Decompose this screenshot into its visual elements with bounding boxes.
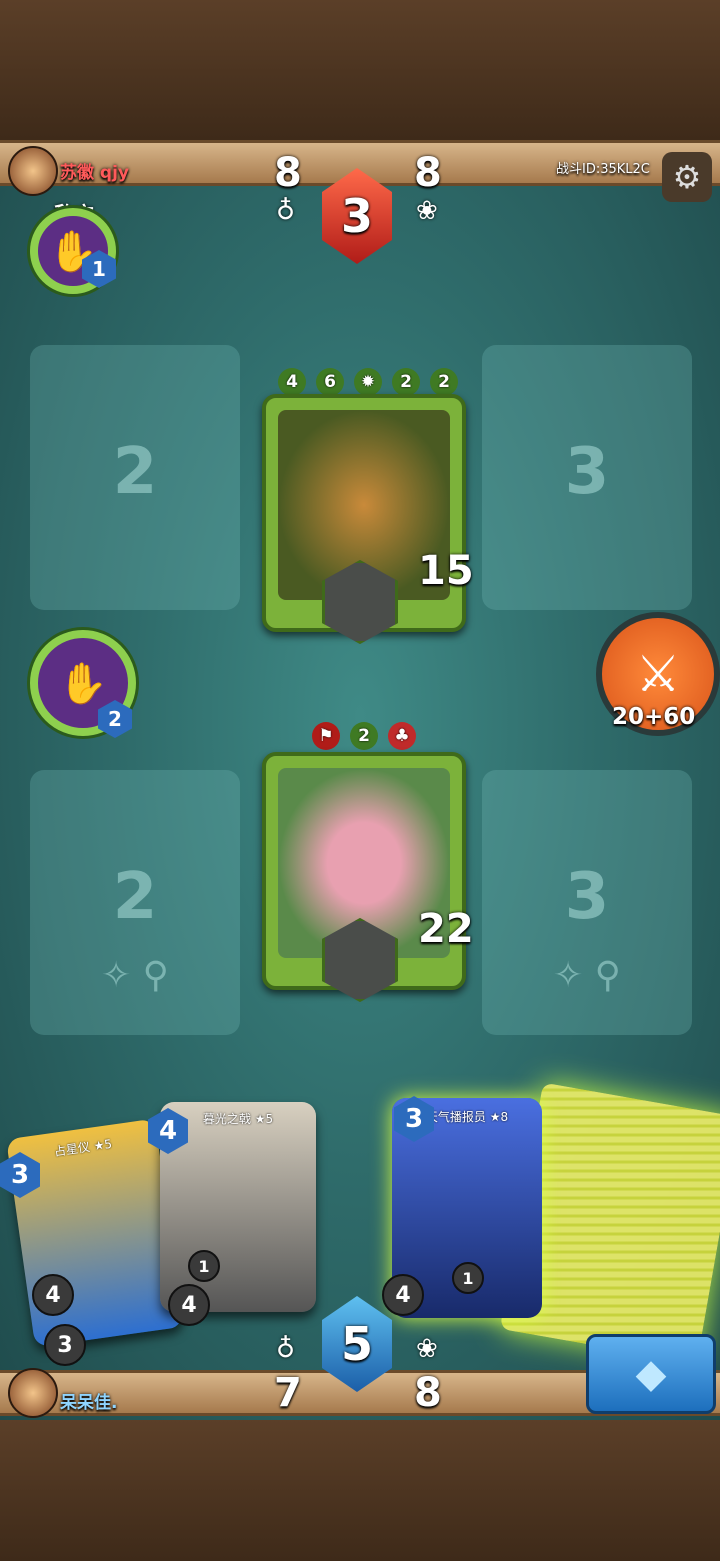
attack-label: 20+60 xyxy=(612,704,696,730)
player-avatar[interactable] xyxy=(8,1368,58,1418)
slot-number: 3 xyxy=(564,435,610,509)
slot-number: 2 xyxy=(112,435,158,509)
ability-badge: 4 xyxy=(278,368,306,396)
ability-badge: 2 xyxy=(430,368,458,396)
player-card-tags: ⚑ 2 ♣ xyxy=(312,722,416,750)
card-stat-a: 4 xyxy=(168,1284,210,1326)
paw-icon: ❀ xyxy=(416,1334,438,1364)
crossed-swords-icon: ⚔ xyxy=(635,645,681,703)
slot-type-icons: ✧ ⚲ xyxy=(101,955,169,996)
hand-card-1[interactable]: 占星仪 ★5 xyxy=(6,1118,184,1348)
player-right-stat: 8 xyxy=(414,1370,442,1416)
opponent-avatar[interactable] xyxy=(8,146,58,196)
slot-type-icons: ✧ ⚲ xyxy=(553,955,621,996)
potion-icon: ♁ xyxy=(276,196,296,226)
player-name: 呆呆佳. xyxy=(60,1393,118,1413)
opponent-left-stat: 8 xyxy=(274,150,302,196)
gear-icon[interactable]: ⚙ xyxy=(662,152,712,202)
hand-icon: ✋ xyxy=(58,660,108,707)
ability-badge: 6 xyxy=(316,368,344,396)
card-stat-a: 4 xyxy=(382,1274,424,1316)
card-stat-b: 1 xyxy=(452,1262,484,1294)
flag-icon: ⚑ xyxy=(312,722,340,750)
enemy-card-health: 15 xyxy=(418,548,474,594)
slot-number: 3 xyxy=(564,860,610,934)
tag-badge: 2 xyxy=(350,722,378,750)
slot-number: 2 xyxy=(112,860,158,934)
card-stat-b: 3 xyxy=(44,1324,86,1366)
opponent-name: 苏徽 qjy xyxy=(60,163,129,183)
clover-icon: ♣ xyxy=(388,722,416,750)
card-stat-b: 1 xyxy=(188,1250,220,1282)
ability-badge: 2 xyxy=(392,368,420,396)
player-left-stat: 7 xyxy=(274,1370,302,1416)
ability-badge: ✹ xyxy=(354,368,382,396)
deck-button[interactable]: ◆ xyxy=(586,1334,716,1414)
enemy-slot-right[interactable]: 3 xyxy=(482,345,692,610)
player-card-health: 22 xyxy=(418,906,474,952)
opponent-right-stat: 8 xyxy=(414,150,442,196)
card-stat-a: 4 xyxy=(32,1274,74,1316)
paw-icon: ❀ xyxy=(416,196,438,226)
player-slot-left[interactable]: 2 ✧ ⚲ xyxy=(30,770,240,1035)
top-wood-frame xyxy=(0,0,720,140)
battle-id: 战斗ID:35KL2C xyxy=(556,162,650,177)
bottom-wood-frame xyxy=(0,1420,720,1561)
enemy-card-abilities: 4 6 ✹ 2 2 xyxy=(278,368,458,396)
enemy-slot-left[interactable]: 2 xyxy=(30,345,240,610)
crystal-icon: ◆ xyxy=(635,1351,667,1397)
potion-icon: ♁ xyxy=(276,1334,296,1364)
player-slot-right[interactable]: 3 ✧ ⚲ xyxy=(482,770,692,1035)
